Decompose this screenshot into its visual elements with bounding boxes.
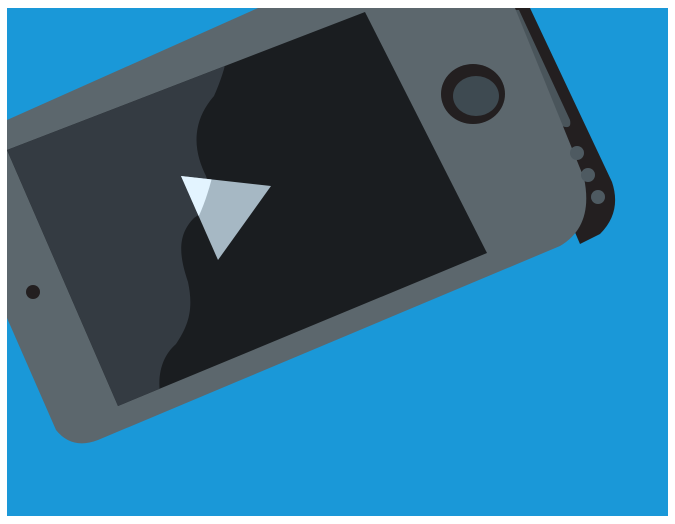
side-button-3[interactable] [591, 190, 605, 204]
frame-left [0, 0, 7, 524]
frame-bottom [0, 516, 675, 524]
frame-right [668, 0, 675, 524]
illustration-scene [0, 0, 675, 524]
side-button-2[interactable] [581, 168, 595, 182]
phone-illustration [0, 0, 675, 524]
side-button-1[interactable] [570, 146, 584, 160]
front-sensor-dot [26, 285, 40, 299]
home-button[interactable] [441, 64, 505, 124]
home-button-face [453, 76, 499, 116]
frame-top [0, 0, 675, 8]
